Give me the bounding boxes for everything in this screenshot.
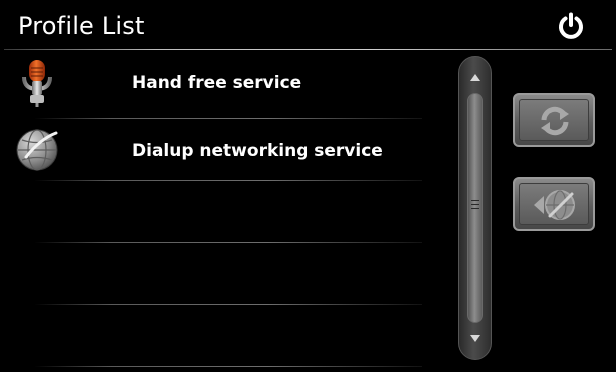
arrow-up-icon — [470, 74, 480, 81]
list-item[interactable]: Dialup networking service — [4, 119, 424, 181]
header-divider — [4, 49, 612, 50]
scroll-up-button[interactable] — [459, 61, 491, 93]
row-divider — [34, 242, 422, 243]
profile-list-screen: Profile List Hand free service Dialup ne… — [4, 2, 612, 368]
globe-icon — [16, 127, 62, 177]
grip-line — [471, 208, 479, 209]
disconnect-icon — [534, 190, 575, 220]
row-divider — [34, 304, 422, 305]
grip-line — [471, 200, 479, 201]
profile-list: Hand free service Dialup networking serv… — [4, 51, 424, 368]
refresh-icon — [541, 106, 569, 136]
row-divider — [34, 180, 422, 181]
scrollbar[interactable] — [458, 56, 492, 360]
refresh-button[interactable] — [513, 93, 595, 147]
power-button[interactable] — [556, 11, 586, 41]
power-icon — [559, 12, 583, 39]
list-item[interactable]: Hand free service — [4, 51, 424, 113]
arrow-down-icon — [470, 335, 480, 342]
refresh-button-face — [519, 99, 589, 141]
profile-label: Hand free service — [132, 73, 302, 93]
scroll-thumb[interactable] — [467, 93, 483, 323]
microphone-icon — [16, 57, 62, 107]
header-bar: Profile List — [4, 2, 612, 48]
disconnect-button-face — [519, 183, 589, 225]
profile-label: Dialup networking service — [132, 141, 383, 161]
disconnect-button[interactable] — [513, 177, 595, 231]
scroll-down-button[interactable] — [459, 323, 491, 355]
row-divider — [34, 366, 422, 367]
page-title: Profile List — [18, 12, 145, 40]
grip-line — [471, 204, 479, 205]
